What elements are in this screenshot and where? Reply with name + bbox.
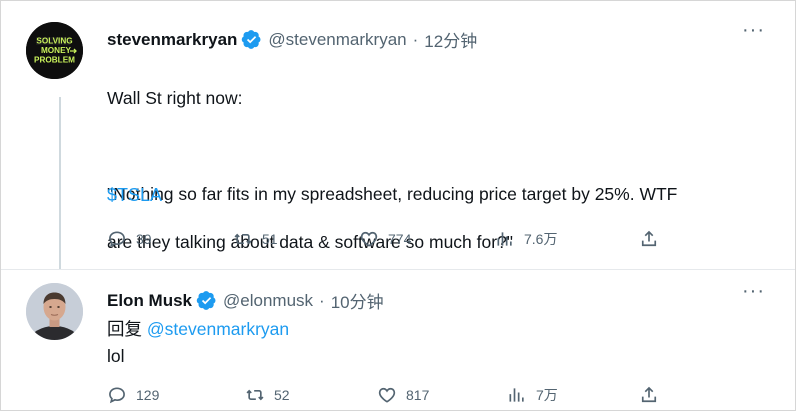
timestamp[interactable]: 10分钟 <box>331 288 384 313</box>
timestamp[interactable]: 12分钟 <box>424 27 477 52</box>
reply-prefix: 回复 <box>107 319 142 339</box>
share-icon <box>641 230 657 247</box>
more-options-icon[interactable]: ··· <box>742 280 765 303</box>
tweet-text-line: Wall St right now: <box>107 88 243 108</box>
more-options-icon[interactable]: ··· <box>742 19 765 42</box>
retweet-count: 51 <box>262 231 278 247</box>
tweet-text-line: "Nothing so far fits in my spreadsheet, … <box>107 184 678 204</box>
heart-icon <box>360 231 378 247</box>
retweet-icon <box>234 233 252 245</box>
separator-dot: · <box>412 29 419 49</box>
retweet-button[interactable]: 52 <box>245 385 290 405</box>
views-count: 7.6万 <box>524 231 558 247</box>
tweet-text: lol <box>107 346 125 366</box>
tweet-header: stevenmarkryan @stevenmarkryan · 12分钟 <box>107 27 477 52</box>
tweet-thread: SOLVING MONEY PROBLEM stevenmarkryan @st… <box>0 0 796 411</box>
cashtag-link[interactable]: $TSLA <box>107 185 162 206</box>
views-chart-icon <box>497 232 512 246</box>
tweet-actions: 129 52 817 7万 <box>107 385 667 407</box>
avatar-text-3: PROBLEM <box>34 56 75 65</box>
retweet-icon <box>246 389 264 401</box>
verified-badge-icon <box>242 30 261 49</box>
share-button[interactable] <box>639 385 668 405</box>
retweet-button[interactable]: 51 <box>233 229 278 249</box>
mention-link[interactable]: @stevenmarkryan <box>147 319 289 339</box>
reply-button[interactable]: 129 <box>107 385 159 405</box>
tweet-actions: 39 51 774 7.6万 <box>107 229 667 251</box>
views-chart-icon <box>509 388 524 402</box>
reply-tweet[interactable]: Elon Musk @elonmusk · 10分钟 ··· 回复 @steve… <box>1 269 795 413</box>
share-icon <box>641 386 657 403</box>
author-name[interactable]: stevenmarkryan <box>107 30 237 50</box>
reply-button[interactable]: 39 <box>107 229 152 249</box>
replying-to-line: 回复 @stevenmarkryan <box>107 316 289 341</box>
heart-icon <box>378 387 396 403</box>
author-handle[interactable]: @elonmusk <box>223 291 313 311</box>
reply-count: 129 <box>136 387 160 403</box>
solving-money-problem-logo: SOLVING MONEY PROBLEM <box>26 22 83 79</box>
avatar[interactable]: SOLVING MONEY PROBLEM <box>26 22 83 79</box>
tweet-header: Elon Musk @elonmusk · 10分钟 <box>107 288 384 313</box>
thread-connector-line <box>59 97 61 269</box>
reply-icon <box>109 231 125 248</box>
like-count: 817 <box>406 387 430 403</box>
like-count: 774 <box>388 231 412 247</box>
verified-badge-icon <box>196 291 216 310</box>
like-button[interactable]: 774 <box>359 229 411 249</box>
tweet[interactable]: SOLVING MONEY PROBLEM stevenmarkryan @st… <box>1 1 795 269</box>
avatar-text-1: SOLVING <box>36 37 72 46</box>
views-button[interactable]: 7.6万 <box>495 229 557 249</box>
views-count: 7万 <box>536 387 558 403</box>
elon-musk-profile-photo <box>26 283 83 340</box>
views-button[interactable]: 7万 <box>507 385 558 405</box>
reply-icon <box>109 387 125 404</box>
author-name[interactable]: Elon Musk <box>107 291 192 311</box>
tweet-text-line <box>107 134 777 158</box>
like-button[interactable]: 817 <box>377 385 429 405</box>
retweet-count: 52 <box>274 387 290 403</box>
author-handle[interactable]: @stevenmarkryan <box>268 30 406 50</box>
reply-count: 39 <box>136 231 152 247</box>
avatar[interactable] <box>26 283 83 340</box>
share-button[interactable] <box>639 229 668 249</box>
separator-dot: · <box>319 290 325 310</box>
avatar-text-2: MONEY <box>41 46 72 55</box>
